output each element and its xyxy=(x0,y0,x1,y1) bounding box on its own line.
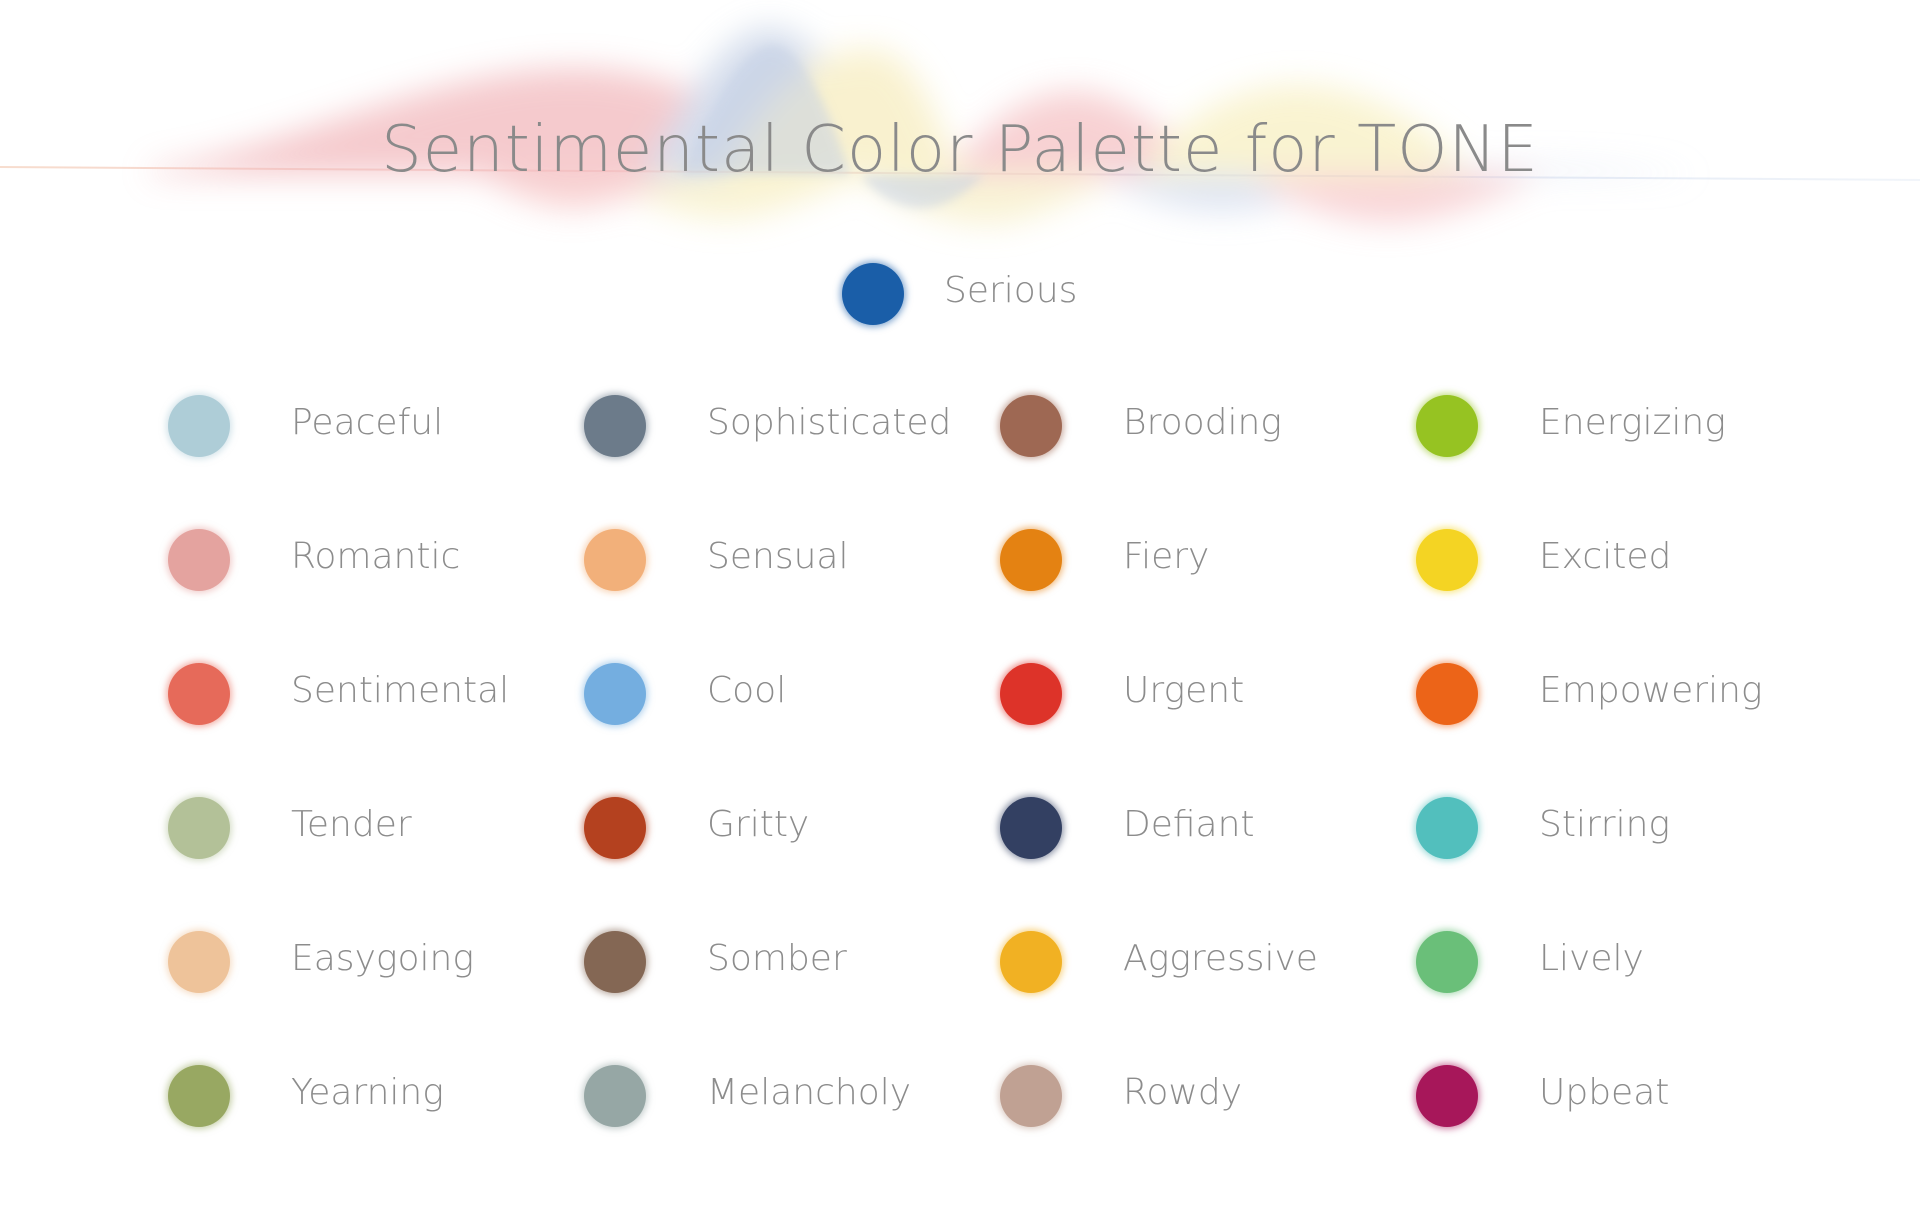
swatch-label: Easygoing xyxy=(291,938,474,979)
swatch-label: Energizing xyxy=(1539,402,1726,443)
color-dot xyxy=(584,663,646,725)
swatch-label: Sentimental xyxy=(291,670,510,711)
color-dot xyxy=(1000,663,1062,725)
swatch-label: Peaceful xyxy=(291,402,444,443)
color-dot xyxy=(584,529,646,591)
swatch-label: Urgent xyxy=(1123,670,1245,711)
color-dot xyxy=(168,663,230,725)
swatch-label: Fiery xyxy=(1123,536,1210,577)
swatch-label: Melancholy xyxy=(707,1072,912,1113)
swatch-label: Lively xyxy=(1539,938,1644,979)
swatch-label: Cool xyxy=(707,670,787,711)
swatch-label: Excited xyxy=(1539,536,1672,577)
swatch-label: Stirring xyxy=(1539,804,1670,845)
swatch-label: Empowering xyxy=(1539,670,1763,711)
swatch-label: Aggressive xyxy=(1123,938,1318,979)
color-dot xyxy=(1000,529,1062,591)
color-dot xyxy=(168,529,230,591)
color-dot xyxy=(584,931,646,993)
page-title: Sentimental Color Palette for TONE xyxy=(381,113,1539,187)
color-dot xyxy=(584,797,646,859)
color-dot xyxy=(1416,931,1478,993)
swatch-label: Defiant xyxy=(1123,804,1255,845)
color-dot xyxy=(1416,663,1478,725)
color-dot xyxy=(1416,395,1478,457)
color-dot xyxy=(584,1065,646,1127)
color-dot xyxy=(1000,1065,1062,1127)
swatch-label: Tender xyxy=(291,804,412,845)
color-dot xyxy=(1000,395,1062,457)
swatch-label: Gritty xyxy=(707,804,810,845)
color-dot xyxy=(1416,797,1478,859)
color-dot xyxy=(168,797,230,859)
palette-page: Sentimental Color Palette for TONE Serio… xyxy=(0,0,1920,1207)
color-dot xyxy=(168,1065,230,1127)
color-dot xyxy=(1000,797,1062,859)
color-dot xyxy=(168,395,230,457)
swatch-label: Yearning xyxy=(291,1072,444,1113)
swatch-label: Brooding xyxy=(1123,402,1282,443)
swatch-label: Upbeat xyxy=(1539,1072,1670,1113)
color-dot xyxy=(1416,1065,1478,1127)
swatch-label: Sensual xyxy=(707,536,849,577)
color-dot xyxy=(1000,931,1062,993)
swatch-label: Sophisticated xyxy=(707,402,952,443)
swatch-label: Somber xyxy=(707,938,847,979)
swatch-label: Serious xyxy=(944,270,1078,311)
color-dot xyxy=(842,263,904,325)
color-dot xyxy=(1416,529,1478,591)
color-dot xyxy=(168,931,230,993)
color-dot xyxy=(584,395,646,457)
swatch-label: Rowdy xyxy=(1123,1072,1243,1113)
swatch-label: Romantic xyxy=(291,536,461,577)
